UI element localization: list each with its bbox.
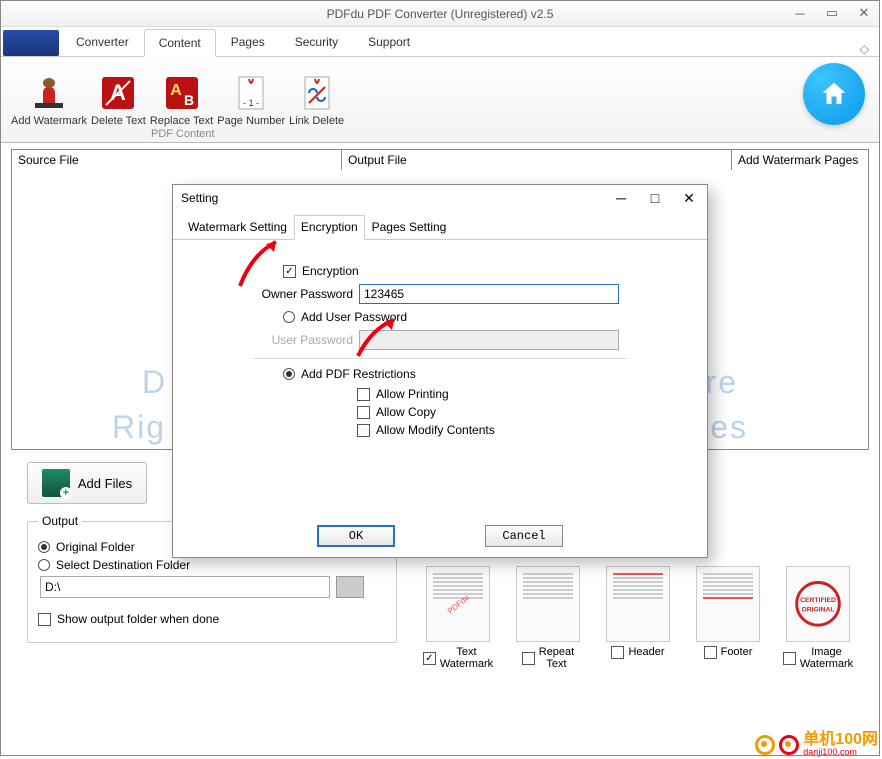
allow-printing-checkbox[interactable] bbox=[357, 388, 370, 401]
add-restrictions-label: Add PDF Restrictions bbox=[301, 367, 416, 381]
setting-dialog: Setting ─ □ ✕ Watermark Setting Encrypti… bbox=[172, 184, 708, 558]
allow-modify-checkbox[interactable] bbox=[357, 424, 370, 437]
dialog-title: Setting bbox=[181, 191, 218, 205]
ribbon-body: Add Watermark A Delete Text AB Replace T… bbox=[1, 57, 879, 143]
ribbon-label: Link Delete bbox=[289, 115, 344, 127]
svg-text:- 1 -: - 1 - bbox=[243, 98, 259, 108]
tab-pages-setting[interactable]: Pages Setting bbox=[365, 215, 454, 239]
user-password-label: User Password bbox=[253, 333, 353, 347]
footer-checkbox[interactable] bbox=[704, 646, 717, 659]
logo-icon bbox=[755, 735, 775, 755]
home-button[interactable] bbox=[803, 63, 865, 125]
minimize-button[interactable]: ─ bbox=[789, 3, 811, 23]
svg-text:ORIGINAL: ORIGINAL bbox=[801, 607, 834, 614]
template-image-watermark[interactable]: CERTIFIEDORIGINAL Image Watermark bbox=[779, 566, 857, 670]
ribbon-group-label: PDF Content bbox=[151, 128, 215, 140]
dialog-tabs: Watermark Setting Encryption Pages Setti… bbox=[173, 211, 707, 240]
tab-pages[interactable]: Pages bbox=[216, 28, 280, 56]
folder-add-icon bbox=[42, 469, 70, 497]
replace-text-button[interactable]: AB Replace Text bbox=[148, 71, 215, 129]
select-dest-radio[interactable] bbox=[38, 559, 50, 571]
file-menu-button[interactable] bbox=[3, 30, 59, 56]
output-legend: Output bbox=[38, 514, 82, 528]
home-icon bbox=[819, 79, 849, 109]
ribbon-label: Add Watermark bbox=[11, 115, 87, 127]
col-header-output: Output File bbox=[342, 150, 732, 170]
dialog-body: Encryption Owner Password Add User Passw… bbox=[173, 240, 707, 437]
col-header-source: Source File bbox=[12, 150, 342, 170]
column-headers: Source File Output File Add Watermark Pa… bbox=[11, 149, 869, 170]
link-delete-icon bbox=[297, 73, 337, 113]
original-folder-label: Original Folder bbox=[56, 540, 135, 554]
replace-text-icon: AB bbox=[162, 73, 202, 113]
window-title: PDFdu PDF Converter (Unregistered) v2.5 bbox=[327, 7, 554, 21]
ok-button[interactable]: OK bbox=[317, 525, 395, 547]
dest-path-input[interactable] bbox=[40, 576, 330, 598]
owner-password-input[interactable] bbox=[359, 284, 619, 304]
add-files-label: Add Files bbox=[78, 476, 132, 491]
image-wm-checkbox[interactable] bbox=[783, 652, 796, 665]
add-user-password-radio[interactable] bbox=[283, 311, 295, 323]
tab-support[interactable]: Support bbox=[353, 28, 425, 56]
template-footer[interactable]: Footer bbox=[689, 566, 767, 670]
dialog-maximize-button[interactable]: □ bbox=[645, 190, 665, 207]
text-wm-checkbox[interactable] bbox=[423, 652, 436, 665]
close-button[interactable]: ✕ bbox=[853, 3, 875, 23]
select-dest-label: Select Destination Folder bbox=[56, 558, 190, 572]
original-folder-radio[interactable] bbox=[38, 541, 50, 553]
encryption-label: Encryption bbox=[302, 264, 359, 278]
ribbon-label: Replace Text bbox=[150, 115, 213, 127]
collapse-ribbon-icon[interactable]: ◇ bbox=[860, 42, 869, 56]
col-header-pages: Add Watermark Pages bbox=[732, 150, 868, 170]
browse-button[interactable] bbox=[336, 576, 364, 598]
titlebar: PDFdu PDF Converter (Unregistered) v2.5 … bbox=[1, 1, 879, 27]
add-watermark-button[interactable]: Add Watermark bbox=[9, 71, 89, 129]
tab-security[interactable]: Security bbox=[280, 28, 353, 56]
footer-logo: 单机100网danji100.com bbox=[755, 732, 878, 757]
add-files-button[interactable]: Add Files bbox=[27, 462, 147, 504]
delete-text-icon: A bbox=[98, 73, 138, 113]
add-user-password-label: Add User Password bbox=[301, 310, 407, 324]
show-output-label: Show output folder when done bbox=[57, 612, 219, 626]
template-text-watermark[interactable]: PDFdu Text Watermark bbox=[419, 566, 497, 670]
ribbon-label: Delete Text bbox=[91, 115, 146, 127]
tab-content[interactable]: Content bbox=[144, 29, 216, 57]
tab-converter[interactable]: Converter bbox=[61, 28, 144, 56]
link-delete-button[interactable]: Link Delete bbox=[287, 71, 346, 129]
dialog-close-button[interactable]: ✕ bbox=[679, 190, 699, 207]
allow-copy-checkbox[interactable] bbox=[357, 406, 370, 419]
page-number-button[interactable]: - 1 - Page Number bbox=[215, 71, 287, 129]
user-password-input bbox=[359, 330, 619, 350]
svg-text:B: B bbox=[183, 92, 193, 108]
ribbon-label: Page Number bbox=[217, 115, 285, 127]
cancel-button[interactable]: Cancel bbox=[485, 525, 563, 547]
encryption-checkbox[interactable] bbox=[283, 265, 296, 278]
maximize-button[interactable]: ▭ bbox=[821, 3, 843, 23]
header-checkbox[interactable] bbox=[611, 646, 624, 659]
svg-text:A: A bbox=[170, 82, 182, 99]
owner-password-label: Owner Password bbox=[253, 287, 353, 301]
show-output-checkbox[interactable] bbox=[38, 613, 51, 626]
svg-text:CERTIFIED: CERTIFIED bbox=[800, 597, 836, 604]
add-restrictions-radio[interactable] bbox=[283, 368, 295, 380]
ribbon-tabstrip: Converter Content Pages Security Support… bbox=[1, 27, 879, 57]
delete-text-button[interactable]: A Delete Text bbox=[89, 71, 148, 129]
dialog-minimize-button[interactable]: ─ bbox=[611, 190, 631, 207]
tab-encryption[interactable]: Encryption bbox=[294, 215, 365, 240]
logo-icon bbox=[779, 735, 799, 755]
template-header[interactable]: Header bbox=[599, 566, 677, 670]
template-repeat-text[interactable]: Repeat Text bbox=[509, 566, 587, 670]
tab-watermark-setting[interactable]: Watermark Setting bbox=[181, 215, 294, 239]
dialog-titlebar: Setting ─ □ ✕ bbox=[173, 185, 707, 211]
page-number-icon: - 1 - bbox=[231, 73, 271, 113]
watermark-templates: PDFdu Text Watermark Repeat Text Header … bbox=[419, 566, 857, 670]
repeat-text-checkbox[interactable] bbox=[522, 652, 535, 665]
stamp-icon bbox=[29, 73, 69, 113]
